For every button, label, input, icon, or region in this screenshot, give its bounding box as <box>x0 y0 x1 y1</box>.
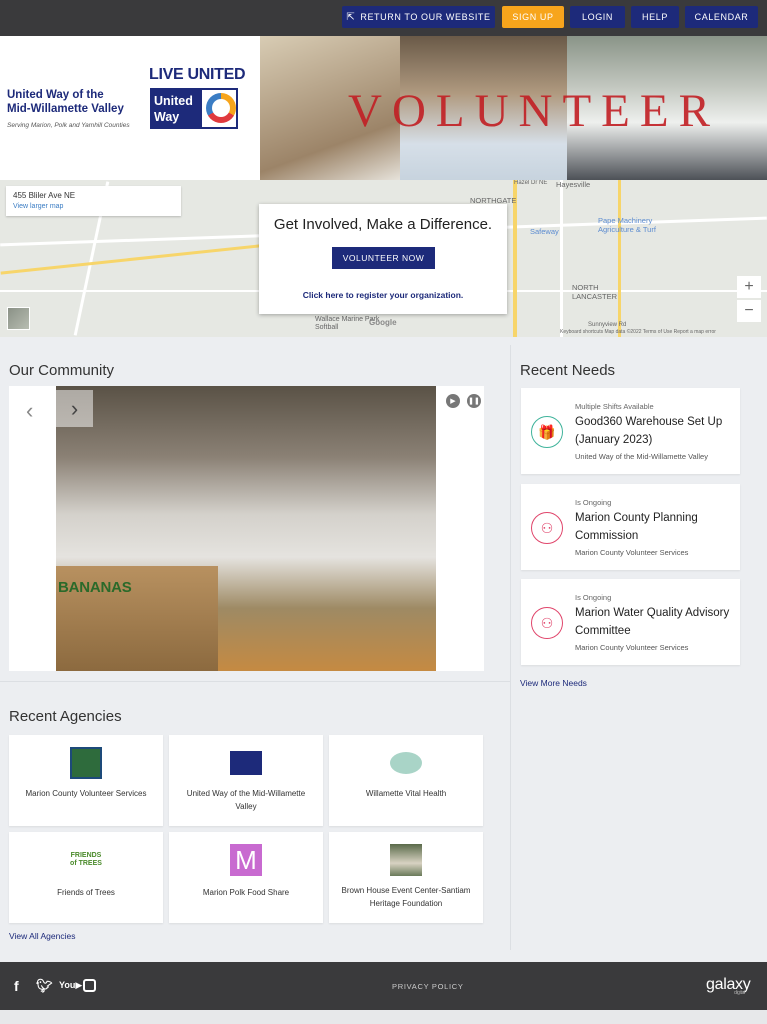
external-link-icon: ⇱ <box>346 11 356 23</box>
map-label: Pape Machinery Agriculture & Turf <box>598 216 656 234</box>
calendar-button[interactable]: CALENDAR <box>685 6 758 28</box>
map-label: NORTH LANCASTER <box>572 283 618 301</box>
twitter-icon[interactable]: 🐦︎ <box>36 978 53 994</box>
map-label: Hayesville <box>556 180 591 189</box>
view-larger-map-link[interactable]: View larger map <box>13 203 63 210</box>
map-label: Hazel Dr NE <box>514 180 548 186</box>
return-to-website-button[interactable]: ⇱ RETURN TO OUR WEBSITE <box>342 6 495 28</box>
carousel-pause-button[interactable]: ❚❚ <box>467 394 481 408</box>
section-divider <box>0 681 510 682</box>
view-all-agencies-link[interactable]: View All Agencies <box>9 931 75 941</box>
community-photo: BANANAS <box>56 386 436 671</box>
facebook-icon[interactable]: f <box>14 978 19 994</box>
agency-name: Willamette Vital Health <box>365 789 447 798</box>
agency-logo: FRIENDS of TREES <box>70 852 102 867</box>
google-logo: Google <box>369 318 397 327</box>
people-icon: ⚇ <box>531 512 563 544</box>
carousel-play-button[interactable]: ▶ <box>446 394 460 408</box>
login-button[interactable]: LOGIN <box>570 6 625 28</box>
carousel-next-button[interactable]: › <box>56 390 93 427</box>
recent-needs-title: Recent Needs <box>520 362 616 379</box>
uw-logo-word1: United <box>154 94 193 108</box>
footer: f 🐦︎ You▶ PRIVACY POLICY galaxy digital <box>0 962 767 1010</box>
return-to-website-label: RETURN TO OUR WEBSITE <box>360 12 491 22</box>
need-card[interactable]: ⚇ Is Ongoing Marion Water Quality Adviso… <box>521 579 740 665</box>
view-more-needs-link[interactable]: View More Needs <box>520 678 587 688</box>
helping-hand-icon <box>206 93 236 123</box>
recent-agencies-title: Recent Agencies <box>9 708 122 725</box>
map-address-card: 455 Bliler Ave NE View larger map <box>6 186 181 216</box>
volunteer-headline: VOLUNTEER <box>348 85 720 137</box>
carousel-prev-button[interactable]: ‹ <box>26 398 33 424</box>
people-icon: ⚇ <box>531 607 563 639</box>
volunteer-now-button[interactable]: VOLUNTEER NOW <box>332 247 435 269</box>
agency-logo: M <box>230 844 262 876</box>
top-nav-bar: ⇱ RETURN TO OUR WEBSITE SIGN UP LOGIN HE… <box>0 0 767 36</box>
register-organization-link[interactable]: Click here to register your organization… <box>259 290 507 300</box>
agency-name: Marion Polk Food Share <box>202 888 290 897</box>
bottom-strip <box>0 1010 767 1024</box>
agency-name: United Way of the Mid-Willamette Valley <box>186 789 306 811</box>
map-label: Safeway <box>530 227 559 236</box>
column-divider <box>510 345 511 950</box>
agency-card[interactable]: Marion County Volunteer Services <box>9 735 163 826</box>
map-address: 455 Bliler Ave NE <box>13 191 76 200</box>
need-card[interactable]: ⚇ Is Ongoing Marion County Planning Comm… <box>521 484 740 570</box>
map-attribution[interactable]: Keyboard shortcuts Map data ©2022 Terms … <box>560 329 716 335</box>
need-title[interactable]: Marion County Planning Commission <box>575 510 735 545</box>
youtube-icon[interactable]: You▶ <box>59 980 82 991</box>
agency-logo <box>230 751 262 775</box>
agency-card[interactable]: United Way of the Mid-Willamette Valley <box>169 735 323 826</box>
org-name-line1: United Way of the <box>7 89 104 101</box>
volunteer-photo-collage: VOLUNTEER <box>260 36 767 180</box>
need-organization: United Way of the Mid-Willamette Valley <box>575 452 708 461</box>
need-organization: Marion County Volunteer Services <box>575 548 689 557</box>
our-community-title: Our Community <box>9 362 115 379</box>
live-united-text: LIVE UNITED <box>149 66 246 83</box>
galaxy-digital-logo[interactable]: galaxy digital <box>706 976 751 996</box>
banana-box-text: BANANAS <box>58 579 132 596</box>
org-subtitle: Serving Marion, Polk and Yamhill Countie… <box>7 122 130 129</box>
sign-up-button[interactable]: SIGN UP <box>502 6 564 28</box>
org-name-line2: Mid-Willamette Valley <box>7 103 124 115</box>
satellite-toggle[interactable] <box>7 307 30 330</box>
get-involved-heading: Get Involved, Make a Difference. <box>273 216 493 233</box>
uw-logo-word2: Way <box>154 110 180 124</box>
need-title[interactable]: Marion Water Quality Advisory Committee <box>575 605 735 640</box>
agency-name: Friends of Trees <box>57 888 115 897</box>
agency-card[interactable]: Brown House Event Center-Santiam Heritag… <box>329 832 483 923</box>
agency-card[interactable]: M Marion Polk Food Share <box>169 832 323 923</box>
need-availability: Multiple Shifts Available <box>575 402 654 411</box>
get-involved-card: Get Involved, Make a Difference. VOLUNTE… <box>259 204 507 314</box>
need-card[interactable]: 🎁 Multiple Shifts Available Good360 Ware… <box>521 388 740 474</box>
zoom-in-button[interactable]: + <box>737 276 761 298</box>
instagram-icon[interactable] <box>83 979 96 992</box>
need-availability: Is Ongoing <box>575 498 612 507</box>
need-title[interactable]: Good360 Warehouse Set Up (January 2023) <box>575 414 735 449</box>
need-availability: Is Ongoing <box>575 593 612 602</box>
agency-name: Marion County Volunteer Services <box>25 789 147 798</box>
agency-logo <box>70 747 102 779</box>
agency-card[interactable]: FRIENDS of TREES Friends of Trees <box>9 832 163 923</box>
agency-name: Brown House Event Center-Santiam Heritag… <box>341 886 471 908</box>
header-banner: United Way of the Mid-Willamette Valley … <box>0 36 767 180</box>
zoom-out-button[interactable]: − <box>737 300 761 322</box>
help-button[interactable]: HELP <box>631 6 679 28</box>
community-carousel: BANANAS ‹ › ▶ ❚❚ <box>9 386 484 671</box>
agency-card[interactable]: Willamette Vital Health <box>329 735 483 826</box>
united-way-logo: United Way <box>150 88 238 129</box>
agency-logo <box>390 752 422 774</box>
need-organization: Marion County Volunteer Services <box>575 643 689 652</box>
map-label: Sunnyview Rd <box>588 322 627 328</box>
org-name[interactable]: United Way of the Mid-Willamette Valley <box>7 88 124 116</box>
agency-logo <box>390 844 422 876</box>
privacy-policy-link[interactable]: PRIVACY POLICY <box>392 982 464 991</box>
gift-icon: 🎁 <box>531 416 563 448</box>
